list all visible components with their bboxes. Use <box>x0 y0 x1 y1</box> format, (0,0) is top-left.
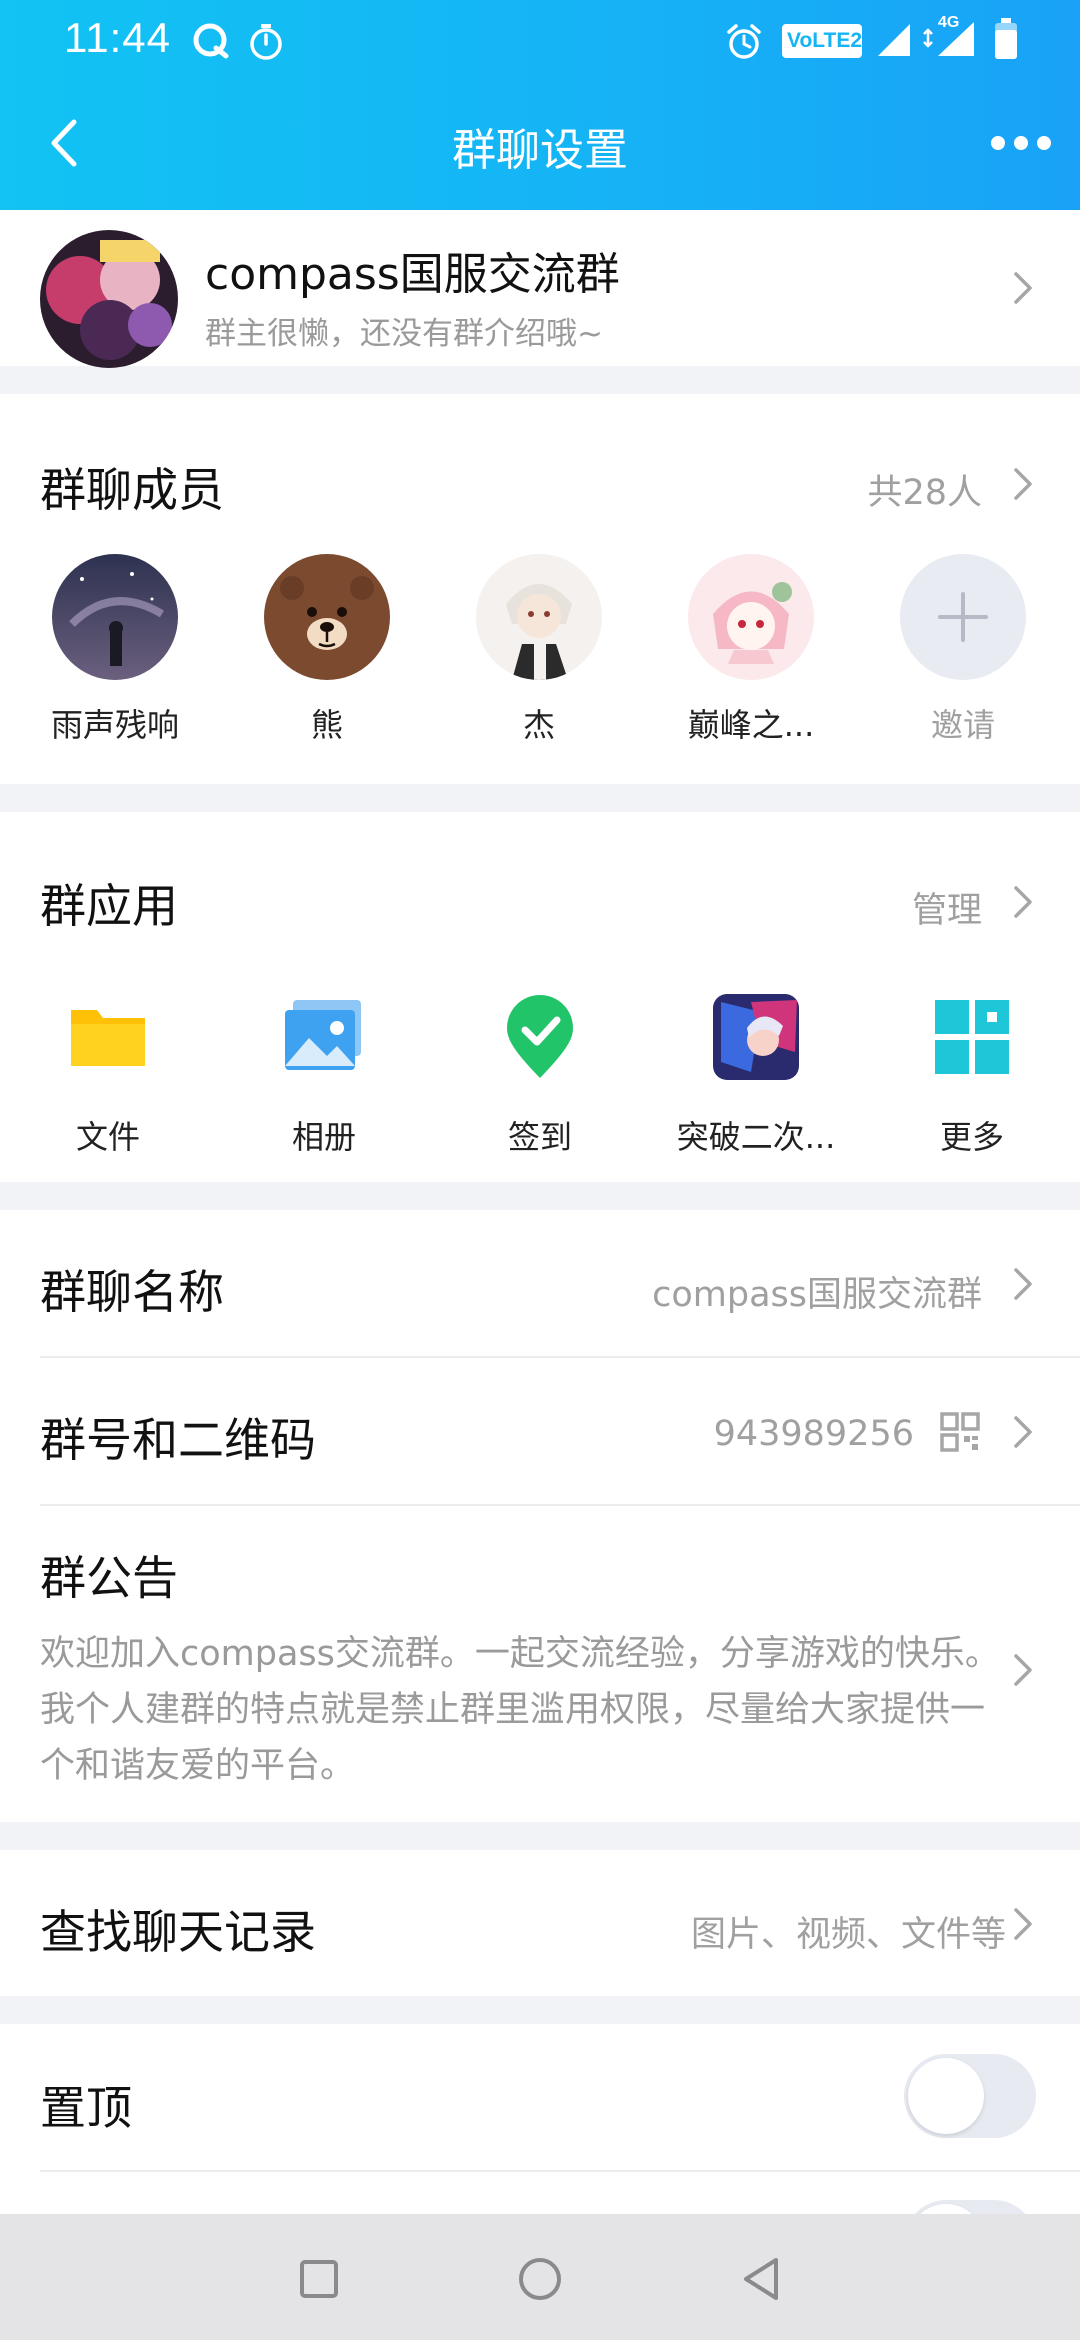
member-name: 杰 <box>522 706 555 744</box>
app-label: 文件 <box>75 1118 140 1156</box>
folder-icon <box>71 1010 145 1066</box>
message-notification-icon <box>193 23 229 59</box>
group-notice-text: 欢迎加入compass交流群。一起交流经验，分享游戏的快乐。我个人建群的特点就是… <box>40 1634 1000 1786</box>
volte-label: VoLTE2 <box>787 29 863 52</box>
group-avatar[interactable] <box>40 230 178 368</box>
member-item[interactable]: 雨声残响 <box>30 554 200 746</box>
chevron-right-icon <box>1014 272 1032 304</box>
group-notice-label: 群公告 <box>40 1551 178 1605</box>
plus-icon <box>900 554 1026 680</box>
back-button[interactable] <box>736 2254 786 2304</box>
app-label: 更多 <box>939 1118 1004 1156</box>
group-id-row[interactable]: 群号和二维码 943989256 <box>0 1358 1080 1504</box>
header: 11:44 VoLTE2 4G 群聊设置 <box>0 0 1080 210</box>
app-label: 签到 <box>507 1118 572 1156</box>
apps-title: 群应用 <box>40 879 178 933</box>
network-type-label: 4G <box>938 14 960 31</box>
checkin-icon <box>507 995 573 1078</box>
chevron-right-icon <box>1014 1416 1032 1448</box>
app-item-game[interactable]: 突破二次... <box>656 992 856 1158</box>
app-item-files[interactable]: 文件 <box>8 992 208 1158</box>
member-item[interactable]: 巅峰之... <box>666 554 836 746</box>
chevron-right-icon <box>1014 1654 1032 1686</box>
pin-row: 置顶 <box>0 2024 1080 2170</box>
member-item[interactable]: 杰 <box>454 554 624 746</box>
chevron-right-icon[interactable] <box>1008 464 1038 504</box>
pin-toggle[interactable] <box>904 2054 1036 2138</box>
toggle-knob <box>908 2058 984 2134</box>
home-button[interactable] <box>515 2254 565 2304</box>
invite-label: 邀请 <box>930 706 995 744</box>
member-avatar <box>688 554 814 680</box>
search-history-row[interactable]: 查找聊天记录 图片、视频、文件等 <box>0 1850 1080 1996</box>
status-bar: 11:44 VoLTE2 4G <box>0 0 1080 80</box>
member-item[interactable]: 熊 <box>242 554 412 746</box>
group-notice-row[interactable]: 群公告 欢迎加入compass交流群。一起交流经验，分享游戏的快乐。我个人建群的… <box>0 1506 1080 1822</box>
group-info-card: 群聊名称 compass国服交流群 群号和二维码 943989256 群公告 欢… <box>0 1210 1080 1822</box>
manage-apps-link[interactable]: 管理 <box>912 882 982 933</box>
group-profile-card[interactable]: compass国服交流群 群主很懒，还没有群介绍哦~ <box>0 210 1080 368</box>
group-id-label: 群号和二维码 <box>40 1413 316 1467</box>
group-name-label: 群聊名称 <box>40 1265 224 1319</box>
grid-icon <box>935 1000 1009 1074</box>
search-history-hint: 图片、视频、文件等 <box>690 1915 1006 1955</box>
member-avatar <box>52 554 178 680</box>
app-label: 突破二次... <box>676 1118 836 1156</box>
divider <box>40 2170 1080 2172</box>
group-name: compass国服交流群 <box>205 249 620 300</box>
member-name: 雨声残响 <box>50 706 179 744</box>
battery-icon <box>995 18 1017 59</box>
group-apps-card: 群应用 管理 文件 相册 签到 突破二次... 更多 <box>0 812 1080 1182</box>
qr-code-icon <box>940 1412 980 1452</box>
app-item-album[interactable]: 相册 <box>224 992 424 1158</box>
chevron-right-icon <box>1014 1268 1032 1300</box>
member-name: 熊 <box>310 706 343 744</box>
app-item-checkin[interactable]: 签到 <box>440 992 640 1158</box>
signal-strength-icon <box>878 24 910 56</box>
member-count[interactable]: 共28人 <box>867 464 982 515</box>
chevron-right-icon <box>1014 1908 1032 1940</box>
group-intro: 群主很懒，还没有群介绍哦~ <box>205 316 603 352</box>
title-bar: 群聊设置 <box>0 90 1080 200</box>
group-name-row[interactable]: 群聊名称 compass国服交流群 <box>0 1210 1080 1356</box>
app-label: 相册 <box>291 1118 356 1156</box>
system-navigation-bar <box>0 2214 1080 2340</box>
alarm-icon <box>727 24 761 59</box>
member-avatar <box>476 554 602 680</box>
group-name-value: compass国服交流群 <box>652 1275 982 1315</box>
volte-badge: VoLTE2 <box>782 24 862 58</box>
member-avatar <box>264 554 390 680</box>
timer-icon <box>250 24 282 60</box>
search-history-label: 查找聊天记录 <box>40 1905 316 1959</box>
group-id-value: 943989256 <box>713 1414 914 1454</box>
members-title: 群聊成员 <box>40 463 224 517</box>
invite-member-button[interactable]: 邀请 <box>878 554 1048 746</box>
app-item-more[interactable]: 更多 <box>872 992 1072 1158</box>
album-icon <box>285 1000 361 1070</box>
chevron-right-icon[interactable] <box>1008 882 1038 922</box>
pin-label: 置顶 <box>40 2081 132 2135</box>
page-title: 群聊设置 <box>452 125 628 176</box>
status-time: 11:44 <box>64 14 171 61</box>
member-name: 巅峰之... <box>687 706 815 744</box>
group-members-card: 群聊成员 共28人 雨声残响 熊 杰 巅峰之... 邀请 <box>0 394 1080 784</box>
game-app-icon <box>713 994 799 1080</box>
recent-apps-button[interactable] <box>294 2254 344 2304</box>
more-options-icon[interactable] <box>986 118 1056 168</box>
